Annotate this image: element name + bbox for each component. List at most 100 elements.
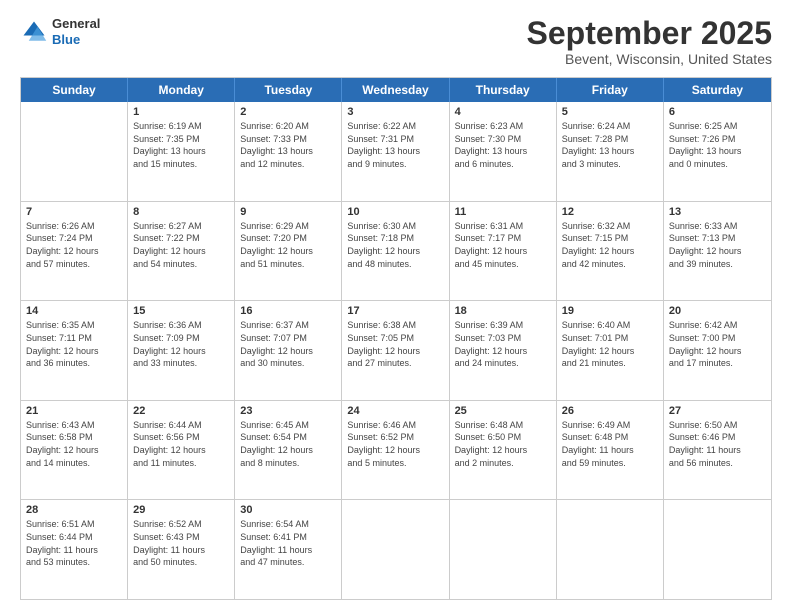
calendar-cell: 19 Sunrise: 6:40 AM Sunset: 7:01 PM Dayli… (557, 301, 664, 400)
calendar-cell (664, 500, 771, 599)
calendar-cell: 2 Sunrise: 6:20 AM Sunset: 7:33 PM Daylig… (235, 102, 342, 201)
cell-info: Sunrise: 6:24 AM Sunset: 7:28 PM Dayligh… (562, 120, 658, 170)
header-day-sunday: Sunday (21, 78, 128, 102)
calendar-cell: 28 Sunrise: 6:51 AM Sunset: 6:44 PM Dayli… (21, 500, 128, 599)
header-day-thursday: Thursday (450, 78, 557, 102)
calendar-header: SundayMondayTuesdayWednesdayThursdayFrid… (21, 78, 771, 102)
cell-info: Sunrise: 6:22 AM Sunset: 7:31 PM Dayligh… (347, 120, 443, 170)
calendar-cell: 14Sunrise: 6:35 AM Sunset: 7:11 PM Dayli… (21, 301, 128, 400)
cell-info: Sunrise: 6:30 AM Sunset: 7:18 PM Dayligh… (347, 220, 443, 270)
calendar-cell: 1Sunrise: 6:19 AM Sunset: 7:35 PM Daylig… (128, 102, 235, 201)
cell-date: 19 (562, 305, 658, 317)
header-day-friday: Friday (557, 78, 664, 102)
logo-icon (20, 18, 48, 46)
calendar-cell: 27 Sunrise: 6:50 AM Sunset: 6:46 PM Dayli… (664, 401, 771, 500)
header-day-tuesday: Tuesday (235, 78, 342, 102)
cell-info: Sunrise: 6:23 AM Sunset: 7:30 PM Dayligh… (455, 120, 551, 170)
calendar-week-3: 14Sunrise: 6:35 AM Sunset: 7:11 PM Dayli… (21, 301, 771, 401)
calendar-cell: 9 Sunrise: 6:29 AM Sunset: 7:20 PM Daylig… (235, 202, 342, 301)
cell-info: Sunrise: 6:46 AM Sunset: 6:52 PM Dayligh… (347, 419, 443, 469)
cell-date: 17 (347, 305, 443, 317)
cell-info: Sunrise: 6:27 AM Sunset: 7:22 PM Dayligh… (133, 220, 229, 270)
logo: General Blue (20, 16, 100, 47)
cell-info: Sunrise: 6:45 AM Sunset: 6:54 PM Dayligh… (240, 419, 336, 469)
cell-date: 11 (455, 206, 551, 218)
cell-date: 6 (669, 106, 766, 118)
cell-info: Sunrise: 6:44 AM Sunset: 6:56 PM Dayligh… (133, 419, 229, 469)
cell-info: Sunrise: 6:51 AM Sunset: 6:44 PM Dayligh… (26, 518, 122, 568)
cell-date: 1 (133, 106, 229, 118)
cell-info: Sunrise: 6:50 AM Sunset: 6:46 PM Dayligh… (669, 419, 766, 469)
calendar: SundayMondayTuesdayWednesdayThursdayFrid… (20, 77, 772, 600)
logo-blue: Blue (52, 32, 100, 48)
cell-date: 12 (562, 206, 658, 218)
cell-date: 3 (347, 106, 443, 118)
cell-date: 15 (133, 305, 229, 317)
cell-info: Sunrise: 6:49 AM Sunset: 6:48 PM Dayligh… (562, 419, 658, 469)
calendar-cell: 18Sunrise: 6:39 AM Sunset: 7:03 PM Dayli… (450, 301, 557, 400)
cell-info: Sunrise: 6:33 AM Sunset: 7:13 PM Dayligh… (669, 220, 766, 270)
cell-date: 21 (26, 405, 122, 417)
header-day-monday: Monday (128, 78, 235, 102)
cell-info: Sunrise: 6:52 AM Sunset: 6:43 PM Dayligh… (133, 518, 229, 568)
calendar-cell: 26Sunrise: 6:49 AM Sunset: 6:48 PM Dayli… (557, 401, 664, 500)
cell-info: Sunrise: 6:39 AM Sunset: 7:03 PM Dayligh… (455, 319, 551, 369)
calendar-week-4: 21 Sunrise: 6:43 AM Sunset: 6:58 PM Dayli… (21, 401, 771, 501)
calendar-cell: 13 Sunrise: 6:33 AM Sunset: 7:13 PM Dayli… (664, 202, 771, 301)
cell-info: Sunrise: 6:48 AM Sunset: 6:50 PM Dayligh… (455, 419, 551, 469)
calendar-cell: 4 Sunrise: 6:23 AM Sunset: 7:30 PM Daylig… (450, 102, 557, 201)
calendar-week-5: 28 Sunrise: 6:51 AM Sunset: 6:44 PM Dayli… (21, 500, 771, 599)
cell-date: 20 (669, 305, 766, 317)
calendar-cell: 25 Sunrise: 6:48 AM Sunset: 6:50 PM Dayli… (450, 401, 557, 500)
logo-text: General Blue (52, 16, 100, 47)
calendar-cell: 20Sunrise: 6:42 AM Sunset: 7:00 PM Dayli… (664, 301, 771, 400)
header: General Blue September 2025 Bevent, Wisc… (20, 16, 772, 67)
page: General Blue September 2025 Bevent, Wisc… (0, 0, 792, 612)
calendar-cell (557, 500, 664, 599)
calendar-cell: 22Sunrise: 6:44 AM Sunset: 6:56 PM Dayli… (128, 401, 235, 500)
cell-info: Sunrise: 6:25 AM Sunset: 7:26 PM Dayligh… (669, 120, 766, 170)
cell-info: Sunrise: 6:20 AM Sunset: 7:33 PM Dayligh… (240, 120, 336, 170)
cell-date: 8 (133, 206, 229, 218)
logo-general: General (52, 16, 100, 32)
calendar-cell: 23 Sunrise: 6:45 AM Sunset: 6:54 PM Dayli… (235, 401, 342, 500)
calendar-cell: 7 Sunrise: 6:26 AM Sunset: 7:24 PM Daylig… (21, 202, 128, 301)
calendar-cell: 12 Sunrise: 6:32 AM Sunset: 7:15 PM Dayli… (557, 202, 664, 301)
calendar-cell (21, 102, 128, 201)
header-day-wednesday: Wednesday (342, 78, 449, 102)
cell-info: Sunrise: 6:26 AM Sunset: 7:24 PM Dayligh… (26, 220, 122, 270)
cell-date: 23 (240, 405, 336, 417)
calendar-cell: 16Sunrise: 6:37 AM Sunset: 7:07 PM Dayli… (235, 301, 342, 400)
cell-info: Sunrise: 6:37 AM Sunset: 7:07 PM Dayligh… (240, 319, 336, 369)
cell-date: 13 (669, 206, 766, 218)
cell-date: 2 (240, 106, 336, 118)
calendar-cell: 10Sunrise: 6:30 AM Sunset: 7:18 PM Dayli… (342, 202, 449, 301)
month-title: September 2025 (527, 16, 772, 51)
location: Bevent, Wisconsin, United States (527, 51, 772, 67)
cell-date: 29 (133, 504, 229, 516)
cell-info: Sunrise: 6:40 AM Sunset: 7:01 PM Dayligh… (562, 319, 658, 369)
calendar-cell (450, 500, 557, 599)
cell-date: 27 (669, 405, 766, 417)
calendar-cell: 24 Sunrise: 6:46 AM Sunset: 6:52 PM Dayli… (342, 401, 449, 500)
cell-info: Sunrise: 6:38 AM Sunset: 7:05 PM Dayligh… (347, 319, 443, 369)
cell-info: Sunrise: 6:29 AM Sunset: 7:20 PM Dayligh… (240, 220, 336, 270)
calendar-cell (342, 500, 449, 599)
cell-info: Sunrise: 6:54 AM Sunset: 6:41 PM Dayligh… (240, 518, 336, 568)
cell-date: 5 (562, 106, 658, 118)
calendar-cell: 6 Sunrise: 6:25 AM Sunset: 7:26 PM Daylig… (664, 102, 771, 201)
header-day-saturday: Saturday (664, 78, 771, 102)
cell-date: 28 (26, 504, 122, 516)
cell-date: 4 (455, 106, 551, 118)
cell-date: 25 (455, 405, 551, 417)
cell-date: 7 (26, 206, 122, 218)
cell-info: Sunrise: 6:32 AM Sunset: 7:15 PM Dayligh… (562, 220, 658, 270)
calendar-cell: 30Sunrise: 6:54 AM Sunset: 6:41 PM Dayli… (235, 500, 342, 599)
cell-date: 9 (240, 206, 336, 218)
cell-info: Sunrise: 6:43 AM Sunset: 6:58 PM Dayligh… (26, 419, 122, 469)
calendar-cell: 8 Sunrise: 6:27 AM Sunset: 7:22 PM Daylig… (128, 202, 235, 301)
cell-date: 24 (347, 405, 443, 417)
calendar-week-2: 7 Sunrise: 6:26 AM Sunset: 7:24 PM Daylig… (21, 202, 771, 302)
calendar-cell: 11Sunrise: 6:31 AM Sunset: 7:17 PM Dayli… (450, 202, 557, 301)
cell-info: Sunrise: 6:35 AM Sunset: 7:11 PM Dayligh… (26, 319, 122, 369)
